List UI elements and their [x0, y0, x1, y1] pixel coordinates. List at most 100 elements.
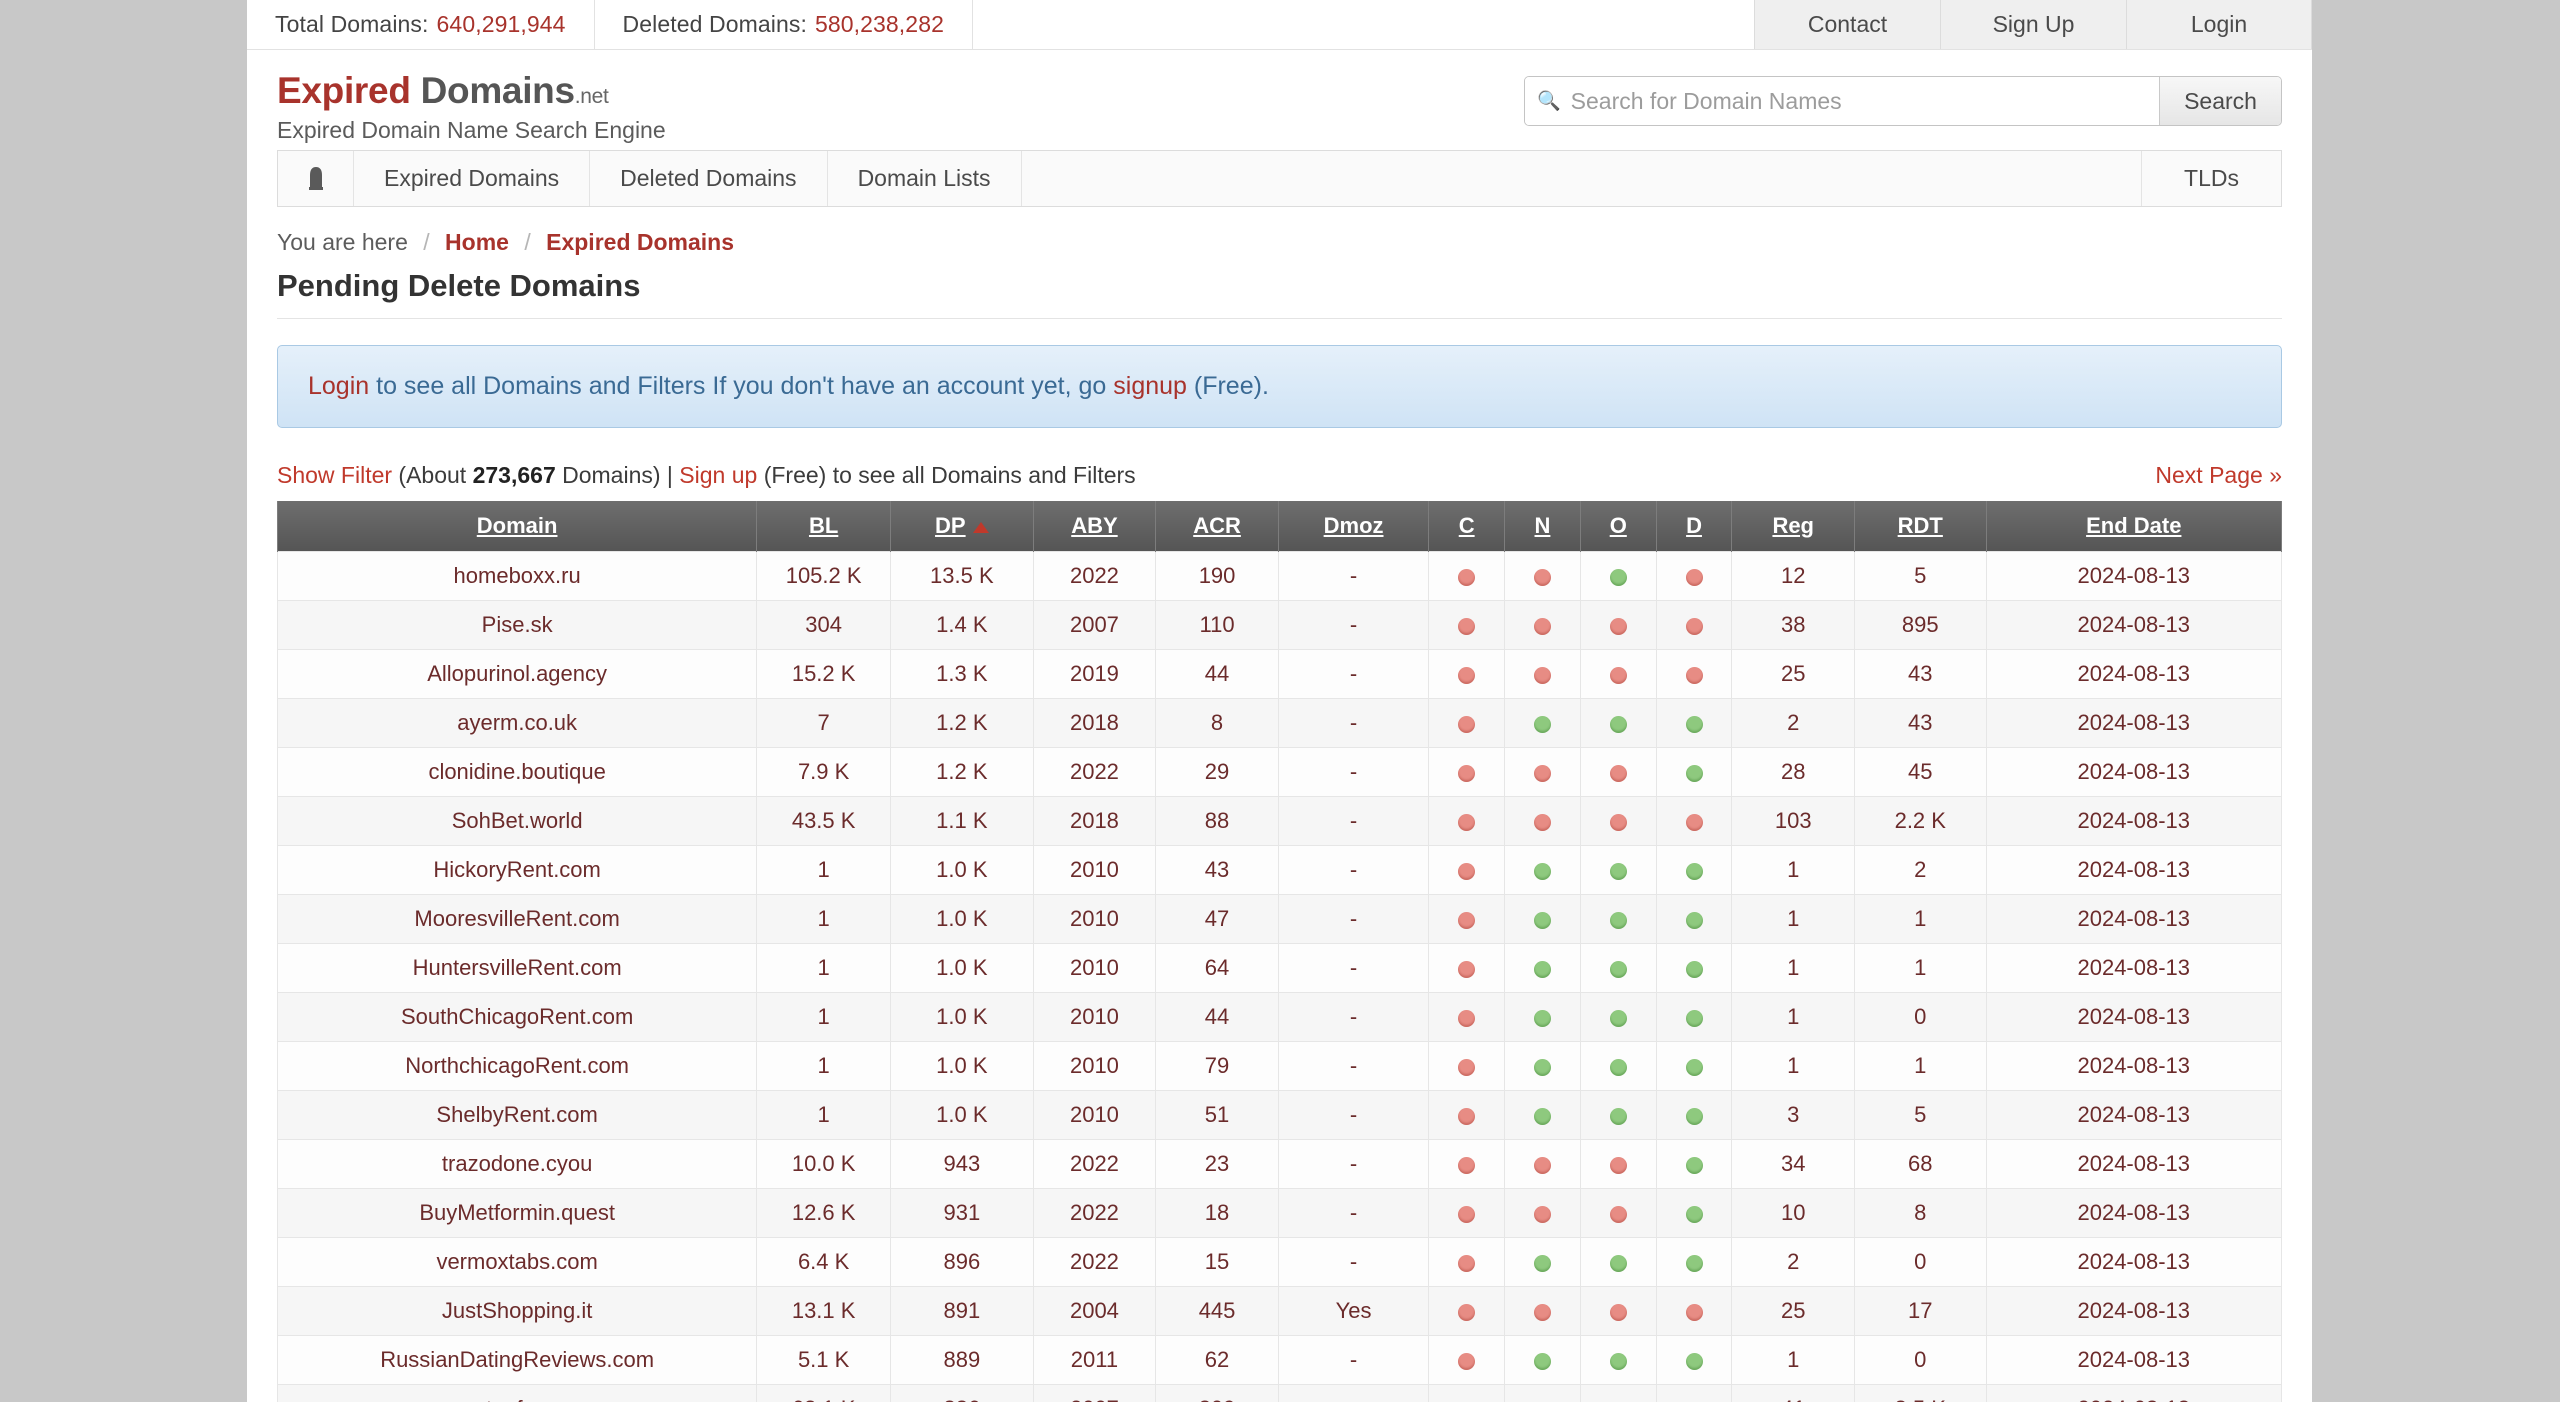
table-row[interactable]: ShelbyRent.com 1 1.0 K 2010 51- 3 5 2024-08-13 [276, 1090, 2283, 1140]
filter-about-suffix: Domains) | [555, 462, 680, 488]
cell-domain[interactable]: MooresvilleRent.com [276, 894, 758, 944]
col-header-reg[interactable]: Reg [1731, 501, 1856, 552]
cell-d [1655, 1286, 1733, 1336]
cell-d [1655, 600, 1733, 650]
table-row[interactable]: topf.ru63.1 K8862007309- 418.5 K2024-08-1… [276, 1384, 2283, 1402]
col-header-aby[interactable]: ABY [1032, 501, 1157, 552]
cell-domain[interactable]: Pise.sk [276, 600, 758, 650]
col-header-acr[interactable]: ACR [1155, 501, 1279, 552]
status-dot-red-icon [1533, 617, 1551, 635]
cell-domain[interactable]: HuntersvilleRent.com [276, 943, 758, 993]
table-row[interactable]: HuntersvilleRent.com 1 1.0 K 2010 64-1 1 2024-… [276, 943, 2283, 993]
cell-dp: 1.1 K [890, 796, 1034, 846]
cell-domain[interactable]: clonidine.boutique [276, 747, 758, 797]
status-dot-red-icon [1533, 1156, 1551, 1174]
cell-domain[interactable]: homeboxx.ru [276, 551, 758, 601]
search-input[interactable] [1568, 86, 2147, 116]
col-header-dmoz[interactable]: Dmoz [1277, 501, 1430, 552]
site-logo[interactable]: Expired Domains.net Expired Domain Name … [277, 72, 1524, 144]
table-row[interactable]: trazodone.cyou 10.0 K 943 2022 23- 34 68 2024-0… [276, 1139, 2283, 1189]
cell-dmoz: - [1277, 1384, 1430, 1402]
col-header-n[interactable]: N [1504, 501, 1581, 552]
cell-dmoz: - [1277, 649, 1430, 699]
cell-dp: 1.0 K [890, 1090, 1034, 1140]
cell-domain[interactable]: NorthchicagoRent.com [276, 1041, 758, 1091]
cell-domain[interactable]: vermoxtabs.com [276, 1237, 758, 1287]
status-dot-red-icon [1458, 1156, 1476, 1174]
col-header-o[interactable]: O [1579, 501, 1657, 552]
table-row[interactable]: Allopurinol.agency 15.2 K 1.3 K 2019 44- 25 43… [276, 649, 2283, 699]
status-dot-red-icon [1458, 1009, 1476, 1027]
cell-rdt: 1 [1854, 1041, 1987, 1091]
col-header-c[interactable]: C [1428, 501, 1506, 552]
table-row[interactable]: RussianDatingReviews.com 5.1 K 889 2011 62- 1… [276, 1335, 2283, 1385]
cell-acr: 445 [1155, 1286, 1279, 1336]
cell-domain[interactable]: SouthChicagoRent.com [276, 992, 758, 1042]
col-header-bl[interactable]: BL [756, 501, 891, 552]
login-link[interactable]: Login [2126, 0, 2312, 49]
cell-domain[interactable]: HickoryRent.com [276, 845, 758, 895]
notice-login-link[interactable]: Login [308, 372, 369, 400]
table-row[interactable]: SouthChicagoRent.com 1 1.0 K 2010 44-1 0 2024-… [276, 992, 2283, 1042]
cell-n [1504, 1090, 1581, 1140]
cell-domain[interactable]: ShelbyRent.com [276, 1090, 758, 1140]
cell-aby: 2010 [1032, 1041, 1157, 1091]
table-row[interactable]: JustShopping.it 13.1 K 891 2004 445 Yes 25 17 20… [276, 1286, 2283, 1336]
stat-total-domains-label: Total Domains: [275, 11, 429, 37]
nav-item-expired-domains[interactable]: Expired Domains [354, 151, 591, 206]
cell-domain[interactable]: JustShopping.it [276, 1286, 758, 1336]
cell-aby: 2011 [1032, 1335, 1157, 1385]
col-header-rdt[interactable]: RDT [1854, 501, 1987, 552]
col-header-domain[interactable]: Domain [276, 501, 758, 552]
status-dot-green-icon [1609, 1352, 1627, 1370]
cell-acr: 15 [1155, 1237, 1279, 1287]
table-row[interactable]: ayerm.co.uk 7 1.2 K 2018 8- 2 43 2024-08-13 [276, 698, 2283, 748]
status-dot-green-icon [1533, 715, 1551, 733]
nav-item-deleted-domains[interactable]: Deleted Domains [590, 151, 828, 206]
status-dot-green-icon [1685, 1254, 1703, 1272]
breadcrumb-item-home[interactable]: Home [445, 229, 509, 255]
status-dot-green-icon [1533, 862, 1551, 880]
table-row[interactable]: SohBet.world 43.5 K 1.1 K 2018 88- 103 2.2 K 20… [276, 796, 2283, 846]
cell-rdt: 43 [1854, 649, 1987, 699]
table-row[interactable]: Pise.sk 304 1.4 K 2007 110- 38 895 2024-08-13 [276, 600, 2283, 650]
cell-domain[interactable]: ayerm.co.uk [276, 698, 758, 748]
search-button[interactable]: Search [2159, 77, 2281, 125]
signup-link[interactable]: Sign Up [1940, 0, 2126, 49]
cell-dp: 1.0 K [890, 894, 1034, 944]
cell-d [1655, 796, 1733, 846]
col-header-end-date[interactable]: End Date [1985, 501, 2283, 552]
table-row[interactable]: vermoxtabs.com 6.4 K 896 2022 15- 2 0 2024-08-1… [276, 1237, 2283, 1287]
status-dot-green-icon [1609, 960, 1627, 978]
cell-domain[interactable]: topf.ru [276, 1384, 758, 1402]
top-utility-bar: Total Domains: 640,291,944 Deleted Domai… [247, 0, 2312, 50]
col-header-dp[interactable]: DP [890, 501, 1034, 552]
cell-domain[interactable]: RussianDatingReviews.com [276, 1335, 758, 1385]
table-row[interactable]: clonidine.boutique 7.9 K 1.2 K 2022 29- 28 45 2… [276, 747, 2283, 797]
table-row[interactable]: NorthchicagoRent.com 1 1.0 K 2010 79-1 1 2024-… [276, 1041, 2283, 1091]
cell-domain[interactable]: SohBet.world [276, 796, 758, 846]
breadcrumb-item-expired-domains[interactable]: Expired Domains [546, 229, 734, 255]
show-filter-link[interactable]: Show Filter [277, 462, 392, 488]
cell-dmoz: - [1277, 600, 1430, 650]
table-row[interactable]: MooresvilleRent.com 1 1.0 K 2010 47-1 1 2024-0… [276, 894, 2283, 944]
table-row[interactable]: HickoryRent.com 1 1.0 K 2010 43-1 2 2024-08-13 [276, 845, 2283, 895]
cell-domain[interactable]: BuyMetformin.quest [276, 1188, 758, 1238]
cell-domain[interactable]: Allopurinol.agency [276, 649, 758, 699]
col-header-d[interactable]: D [1655, 501, 1733, 552]
next-page-link[interactable]: Next Page » [2155, 462, 2282, 489]
contact-link[interactable]: Contact [1754, 0, 1940, 49]
status-dot-green-icon [1609, 1009, 1627, 1027]
table-row[interactable]: homeboxx.ru 105.2 K 13.5 K 2022 190- 12 5 2024-… [276, 551, 2283, 601]
nav-item-tlds[interactable]: TLDs [2142, 151, 2281, 206]
cell-o [1579, 1188, 1657, 1238]
cell-domain[interactable]: trazodone.cyou [276, 1139, 758, 1189]
nav-home[interactable] [278, 151, 354, 206]
cell-rdt: 0 [1854, 992, 1987, 1042]
cell-c [1428, 1237, 1506, 1287]
table-row[interactable]: BuyMetformin.quest 12.6 K 931 2022 18- 10 8 202… [276, 1188, 2283, 1238]
nav-item-domain-lists[interactable]: Domain Lists [828, 151, 1022, 206]
domains-table-wrap: Domain BL DP ABY ACR Dmoz C N O D Reg RD… [276, 501, 2283, 1402]
filter-signup-link[interactable]: Sign up [679, 462, 757, 488]
notice-signup-link[interactable]: signup [1113, 372, 1187, 400]
